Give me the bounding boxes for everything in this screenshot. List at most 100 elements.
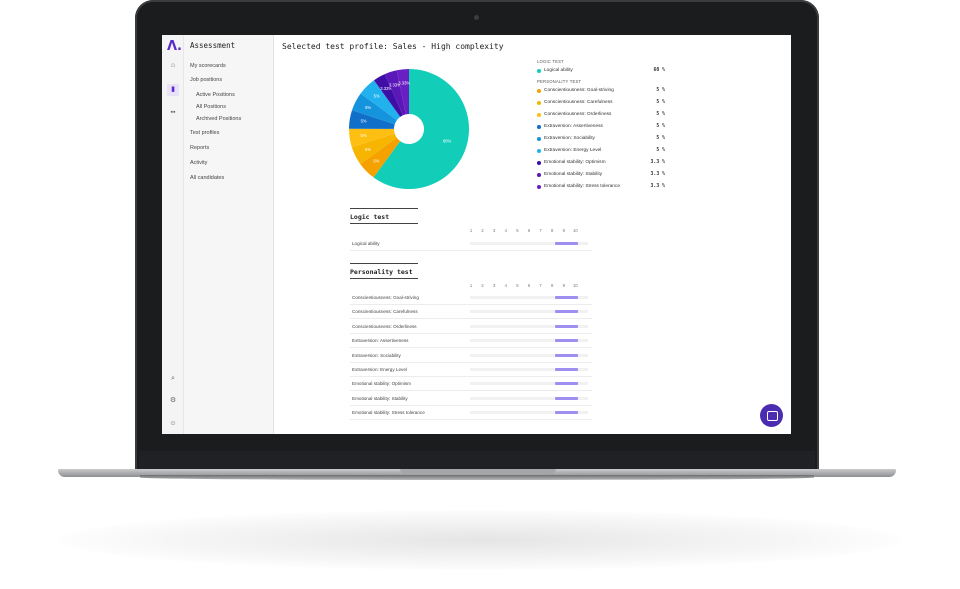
laptop-chin (139, 451, 815, 469)
legend-row: Emotional stability: Stability 3.3 % (537, 172, 665, 180)
sidebar-item-my-scorecards[interactable]: My scorecards (190, 63, 226, 69)
legend-label: Conscientiousness: Goal-striving (544, 88, 614, 93)
logic-section-title: Logic test (350, 213, 390, 221)
people-icon[interactable]: ▪▪ (167, 107, 179, 119)
legend-row: Extraversion: Assertiveness 5 % (537, 124, 665, 132)
scale-tick: 9 (562, 228, 565, 233)
score-row-label: Conscientiousness: Goal-striving (352, 295, 419, 300)
legend-label: Conscientiousness: Carefulness (544, 100, 613, 105)
score-range-bar (554, 324, 579, 328)
legend-swatch (537, 89, 541, 93)
pie-slice-label: 3.33% (398, 80, 410, 85)
legend-label: Logical ability (544, 68, 573, 73)
legend-row: Emotional stability: Stress tolerance 3.3… (537, 184, 665, 192)
scale-tick: 4 (504, 283, 507, 288)
app-logo[interactable]: Λ. (167, 39, 182, 54)
legend-row: Logical ability 60 % (537, 68, 665, 76)
legend-label: Emotional stability: Stress tolerance (544, 184, 620, 189)
score-row-label: Conscientiousness: Carefulness (352, 309, 418, 315)
weighting-pie-chart: 60%5%5%5%5%5%5%3.33%3.33%3.33% (349, 69, 469, 189)
legend-label: Emotional stability: Stability (544, 172, 603, 177)
sidebar-item-reports[interactable]: Reports (190, 145, 209, 151)
chart-icon[interactable]: ▮ (167, 84, 179, 96)
profile-icon[interactable]: ☺ (167, 418, 179, 430)
score-row-label: Extraversion: Assertiveness (352, 338, 409, 344)
legend-value: 3.3 % (650, 184, 665, 189)
legend-label: Emotional stability: Optimism (544, 160, 606, 165)
pie-slice-label: 5% (374, 93, 380, 98)
score-row-label: Conscientiousness: Orderliness (352, 323, 417, 329)
laptop-notch (400, 469, 556, 474)
score-range-bar (554, 353, 579, 357)
legend-swatch (537, 137, 541, 141)
sidebar-item-job-positions[interactable]: Job positions (190, 77, 222, 83)
laptop-base-lip (140, 475, 814, 480)
laptop-mockup: Λ. ⌂ ▮ ▪▪ ⌕ ⚙ ☺ Assessment My scorecards… (0, 0, 960, 589)
sidebar-item-active-positions[interactable]: Active Positions (196, 92, 235, 98)
legend-label: Extraversion: Assertiveness (544, 124, 603, 129)
legend-value: 3.3 % (650, 160, 665, 165)
personality-section-rule (350, 278, 418, 279)
score-range-bar (554, 296, 579, 299)
score-row: Emotional stability: Stability (350, 392, 592, 406)
scale-tick: 6 (527, 228, 531, 233)
score-row-label: Extraversion: Sociability (352, 352, 401, 358)
score-row: Emotional stability: Optimism (350, 377, 592, 392)
legend-swatch (537, 173, 541, 177)
pie-slice-label: 60% (443, 139, 452, 144)
scale-tick: 1 (469, 283, 473, 288)
score-row: Extraversion: Sociability (350, 349, 592, 363)
legend-value: 3.3 % (650, 172, 665, 177)
score-range-bar (554, 242, 579, 245)
sidebar-item-all-positions[interactable]: All Positions (196, 104, 226, 110)
score-range-bar (554, 368, 579, 371)
score-row: Conscientiousness: Goal-striving (350, 291, 592, 305)
score-range-bar (554, 396, 579, 400)
legend-value: 60 % (653, 68, 665, 73)
scale-tick: 7 (539, 228, 542, 233)
score-row-label: Emotional stability: Stress tolerance (352, 410, 425, 416)
sidebar-item-archived-positions[interactable]: Archived Positions (196, 116, 241, 122)
laptop-shadow (60, 510, 900, 570)
legend-value: 5 % (656, 148, 665, 153)
home-icon[interactable]: ⌂ (167, 60, 179, 72)
legend-value: 5 % (656, 136, 665, 141)
logic-section-rule-top (350, 208, 418, 209)
legend-value: 5 % (656, 100, 665, 105)
legend-swatch (537, 69, 541, 73)
score-row-label: Extraversion: Energy Level (352, 367, 407, 372)
legend-row: Conscientiousness: Carefulness 5 % (537, 100, 665, 108)
legend-label: Conscientiousness: Orderliness (544, 112, 612, 117)
sidebar-item-test-profiles[interactable]: Test profiles (190, 130, 219, 136)
scale-tick: 4 (504, 228, 507, 233)
score-range-bar (554, 310, 579, 314)
legend-row: Emotional stability: Optimism 3.3 % (537, 160, 665, 168)
score-range-bar (554, 382, 579, 386)
scale-tick: 7 (539, 283, 542, 288)
scale-tick: 2 (481, 283, 484, 288)
scale-tick: 2 (481, 228, 484, 233)
sidebar-title: Assessment (190, 41, 236, 50)
gear-icon[interactable]: ⚙ (167, 395, 179, 407)
sidebar-nav: Assessment My scorecards Job positions A… (184, 35, 274, 434)
score-row-label: Emotional stability: Stability (352, 395, 408, 401)
scale-tick: 5 (516, 228, 519, 233)
pie-slice-label: 5% (365, 147, 371, 152)
legend-value: 5 % (656, 124, 665, 129)
legend-swatch (537, 125, 541, 129)
legend-row: Conscientiousness: Goal-striving 5 % (537, 88, 665, 96)
scale-tick: 6 (527, 283, 531, 288)
scale-tick: 8 (551, 283, 554, 288)
search-icon[interactable]: ⌕ (167, 373, 179, 385)
icon-rail: Λ. ⌂ ▮ ▪▪ ⌕ ⚙ ☺ (162, 35, 184, 434)
sidebar-item-all-candidates[interactable]: All candidates (190, 175, 224, 181)
score-row: Conscientiousness: Orderliness (350, 320, 592, 334)
legend-row: Conscientiousness: Orderliness 5 % (537, 112, 665, 120)
legend-swatch (537, 101, 541, 105)
legend-swatch (537, 113, 541, 117)
legend-label: Extraversion: Sociability (544, 136, 595, 141)
scale-tick: 10 (573, 228, 578, 233)
chat-button[interactable] (760, 404, 783, 427)
score-range-bar (554, 339, 579, 343)
sidebar-item-activity[interactable]: Activity (190, 160, 207, 166)
